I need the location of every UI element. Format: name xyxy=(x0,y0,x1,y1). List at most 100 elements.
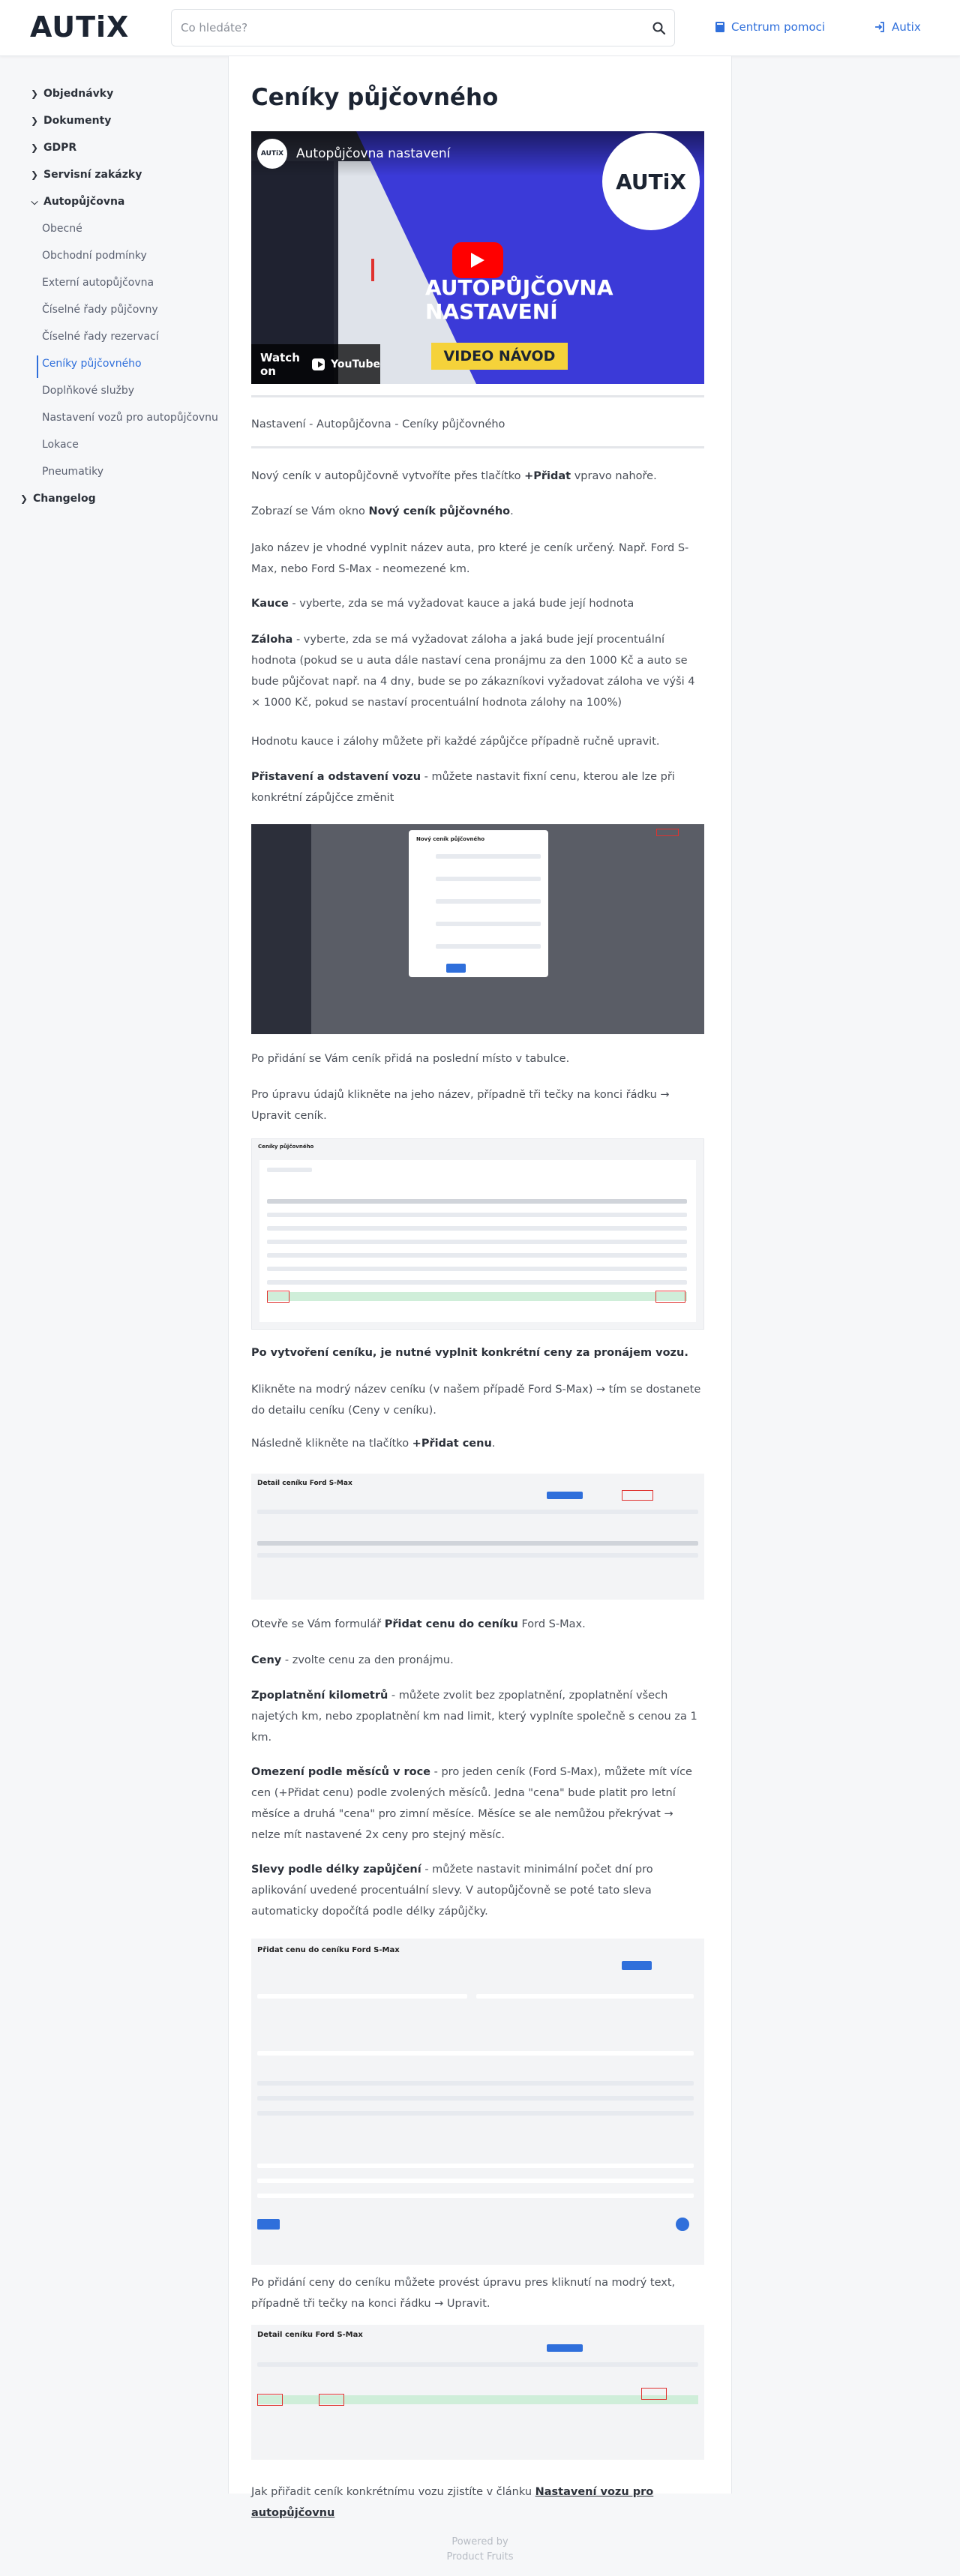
paragraph: Klikněte na modrý název ceníku (v našem … xyxy=(251,1384,701,1417)
paragraph: Omezení podle měsíců v roce - pro jeden … xyxy=(251,1762,704,1846)
mock-header-row xyxy=(267,1199,687,1204)
mock-page-title: Přidat cenu do ceníku Ford S-Max xyxy=(257,1946,400,1954)
sidebar-item-ceniky-pujcovneho[interactable]: Ceníky půjčovného xyxy=(42,358,142,370)
chevron-right-icon: ❯ xyxy=(20,493,28,504)
mock-field xyxy=(257,1994,467,1999)
sidebar-item-label: Externí autopůjčovna xyxy=(42,277,154,289)
sidebar-item-nastaveni-vozu[interactable]: Nastavení vozů pro autopůjčovnu xyxy=(42,412,218,424)
paragraph: Po vytvoření ceníku, je nutné vyplnit ko… xyxy=(251,1342,704,1363)
mock-help-bubble xyxy=(676,2218,689,2231)
sidebar-item-ciselne-rady-rezervaci[interactable]: Číselné řady rezervací xyxy=(42,331,159,343)
sidebar-item-gdpr[interactable]: ❯ GDPR xyxy=(28,142,76,154)
sidebar-item-objednavky[interactable]: ❯ Objednávky xyxy=(28,88,113,100)
powered-by-label: Powered by xyxy=(452,2536,508,2548)
help-center-link[interactable]: Centrum pomoci xyxy=(715,20,825,34)
screenshot-pricelist-detail-edit: Detail ceníku Ford S-Max xyxy=(251,2325,704,2460)
sidebar-item-doplnkove-sluzby[interactable]: Doplňkové služby xyxy=(42,385,134,397)
sidebar-item-lokace[interactable]: Lokace xyxy=(42,439,79,451)
mock-field xyxy=(476,1994,694,1999)
search-box[interactable] xyxy=(171,9,675,46)
mock-sidebar xyxy=(251,824,311,1034)
mock-row xyxy=(267,1168,312,1172)
watch-on-youtube[interactable]: Watch on YouTube xyxy=(251,344,380,384)
sidebar: ❯ Objednávky ❯ Dokumenty ❯ GDPR ❯ Servisní z… xyxy=(0,56,228,2531)
sidebar-item-label: Doplňkové služby xyxy=(42,385,135,397)
mock-field xyxy=(436,922,541,926)
text: . xyxy=(510,505,514,517)
paragraph: Jako název je vhodné vyplnit název auta,… xyxy=(251,542,689,575)
chevron-down-icon: ⌵ xyxy=(31,196,38,207)
login-link[interactable]: Autix xyxy=(874,20,921,34)
sign-in-icon xyxy=(875,22,884,32)
search-input[interactable] xyxy=(181,10,631,46)
sidebar-item-pneumatiky[interactable]: Pneumatiky xyxy=(42,466,104,478)
text: - zvolte cenu za den pronájmu. xyxy=(281,1654,454,1666)
active-indicator xyxy=(37,355,38,378)
paragraph: Po přidání ceny do ceníku můžete provést… xyxy=(251,2277,676,2310)
paragraph: Po přidání se Vám ceník přidá na posledn… xyxy=(251,1053,570,1065)
breadcrumb: Nastavení - Autopůjčovna - Ceníky půjčov… xyxy=(251,418,506,430)
autix-logo[interactable]: AUTiX xyxy=(30,10,129,43)
sidebar-item-label: Lokace xyxy=(42,439,79,451)
paragraph: Zobrazí se Vám okno Nový ceník půjčovnéh… xyxy=(251,501,704,522)
mock-row xyxy=(267,1226,687,1231)
top-header: AUTiX Centrum pomoci Autix xyxy=(0,0,960,56)
screenshot-pricelist-detail: Detail ceníku Ford S-Max xyxy=(251,1474,704,1600)
watch-on-label: Watch on xyxy=(260,350,300,378)
mock-field xyxy=(436,944,541,949)
mock-row xyxy=(267,1253,687,1258)
text-bold: +Přidat cenu xyxy=(412,1438,492,1450)
chevron-right-icon: ❯ xyxy=(30,169,39,180)
sidebar-item-autopujcovna[interactable]: ⌵ Autopůjčovna xyxy=(28,196,124,208)
help-center-label: Centrum pomoci xyxy=(731,20,826,34)
youtube-label: YouTube xyxy=(331,358,380,370)
page-title: Ceníky půjčovného xyxy=(251,84,499,111)
mock-field xyxy=(257,2194,694,2198)
sidebar-item-obecne[interactable]: Obecné xyxy=(42,223,82,235)
sidebar-item-label: Servisní zakázky xyxy=(44,169,142,181)
sidebar-item-ciselne-rady-pujcovny[interactable]: Číselné řady půjčovny xyxy=(42,304,158,316)
text: - vyberte, zda se má vyžadovat kauce a j… xyxy=(288,598,634,610)
mock-button xyxy=(547,2344,583,2352)
sidebar-item-label: Číselné řady rezervací xyxy=(42,331,159,343)
paragraph: Následně klikněte na tlačítko +Přidat ce… xyxy=(251,1433,704,1454)
chevron-right-icon: ❯ xyxy=(30,142,39,153)
mock-page-title: Detail ceníku Ford S-Max xyxy=(257,1480,352,1487)
mock-page-title: Ceníky půjčovného xyxy=(258,1144,314,1150)
text: Nový ceník v autopůjčovně vytvoříte přes… xyxy=(251,470,525,482)
text: . xyxy=(491,1438,496,1450)
mock-highlight xyxy=(622,1490,653,1501)
sidebar-item-dokumenty[interactable]: ❯ Dokumenty xyxy=(28,115,111,127)
text-bold: Kauce xyxy=(251,598,289,610)
play-icon xyxy=(471,253,484,268)
sidebar-item-changelog[interactable]: ❯ Changelog xyxy=(18,493,96,505)
divider xyxy=(251,395,704,397)
mock-row xyxy=(257,1553,698,1558)
video-title[interactable]: Autopůjčovna nastavení xyxy=(296,146,450,161)
video-heading-line2: NASTAVENÍ xyxy=(425,299,558,324)
login-label: Autix xyxy=(892,20,921,34)
sidebar-item-servisni-zakazky[interactable]: ❯ Servisní zakázky xyxy=(28,169,142,181)
search-icon[interactable] xyxy=(652,21,667,36)
play-button[interactable] xyxy=(452,242,503,278)
paragraph: Zpoplatnění kilometrů - můžete zvolit be… xyxy=(251,1685,704,1748)
mock-field xyxy=(436,877,541,881)
sidebar-item-externi-autopujcovna[interactable]: Externí autopůjčovna xyxy=(42,277,154,289)
text-bold: +Přidat xyxy=(524,470,572,482)
sidebar-item-label: Číselné řady půjčovny xyxy=(42,304,158,316)
paragraph: Slevy podle délky zapůjčení - můžete nas… xyxy=(251,1859,704,1922)
channel-avatar[interactable]: AUTiX xyxy=(257,139,287,169)
footer: Powered by Product Fruits xyxy=(0,2535,960,2565)
paragraph: Otevře se Vám formulář Přidat cenu do ce… xyxy=(251,1614,704,1635)
text-bold: Přidat cenu do ceníku xyxy=(384,1618,518,1630)
mock-row xyxy=(257,2111,694,2116)
mock-highlight xyxy=(267,1291,290,1303)
video-embed[interactable]: AUTiX Autopůjčovna nastavení AUTiX AUTOP… xyxy=(251,131,704,384)
product-fruits-link[interactable]: Product Fruits xyxy=(0,2550,960,2565)
sidebar-item-obchodni-podminky[interactable]: Obchodní podmínky xyxy=(42,250,147,262)
mock-highlight xyxy=(656,1291,686,1303)
mock-highlighted-row xyxy=(267,1292,687,1301)
mock-highlight xyxy=(257,2394,283,2406)
divider xyxy=(251,446,704,448)
mock-save-button xyxy=(257,2219,280,2230)
